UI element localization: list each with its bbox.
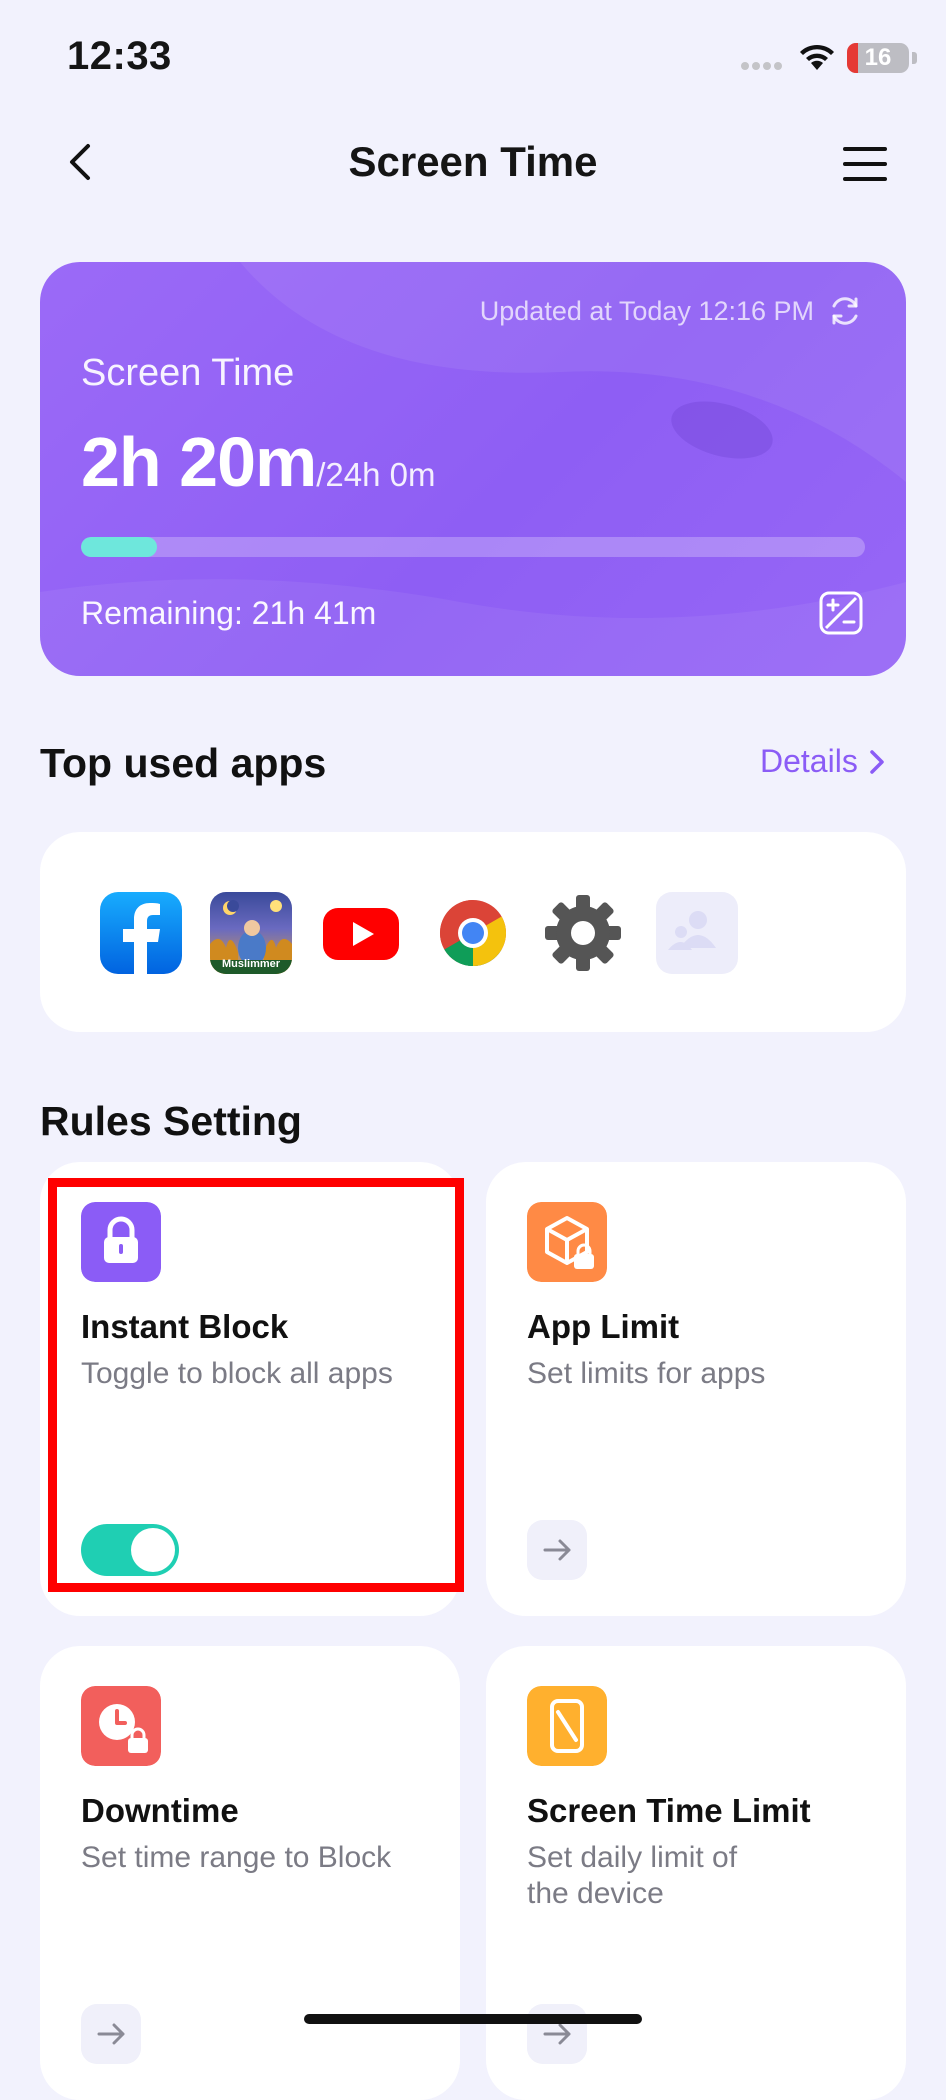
instant-block-card[interactable]: Instant Block Toggle to block all apps [40, 1162, 460, 1616]
page-title: Screen Time [348, 138, 598, 185]
total-time: /24h 0m [316, 456, 436, 493]
battery-icon: 16 [847, 43, 909, 73]
youtube-icon[interactable] [320, 892, 402, 974]
arrow-right-icon[interactable] [527, 2004, 587, 2064]
rule-description: Toggle to block all apps [81, 1357, 393, 1390]
rule-title: Screen Time Limit [527, 1792, 811, 1829]
rule-description: Set limits for apps [527, 1357, 766, 1390]
family-placeholder-icon[interactable] [656, 892, 738, 974]
toggle-knob [131, 1528, 175, 1572]
cellular-signal-icon [741, 62, 782, 70]
usage-progress-fill [81, 537, 158, 557]
rules-title: Rules Setting [40, 1098, 302, 1144]
lock-icon [81, 1202, 161, 1282]
muslimmer-label: Muslimmer [221, 958, 281, 970]
phone-limit-icon [527, 1686, 607, 1766]
battery-nub [912, 52, 917, 64]
usage-progress-bar [81, 537, 865, 557]
details-link[interactable]: Details [760, 743, 886, 780]
wifi-icon [800, 44, 834, 70]
rule-description: Set daily limit of the device [527, 1841, 738, 1910]
screen-time-label: Screen Time [81, 352, 295, 394]
top-apps-card: Muslimmer [40, 832, 906, 1032]
details-label: Details [760, 743, 858, 779]
remaining-time: Remaining: 21h 41m [81, 595, 377, 631]
refresh-icon[interactable] [828, 294, 862, 328]
chevron-right-icon [870, 749, 884, 774]
app-limit-card[interactable]: App Limit Set limits for apps [486, 1162, 906, 1616]
instant-block-toggle[interactable] [81, 1524, 179, 1576]
rule-title: Downtime [81, 1792, 239, 1829]
screen-time-limit-card[interactable]: Screen Time Limit Set daily limit of the… [486, 1646, 906, 2100]
battery-level: 16 [864, 44, 892, 71]
facebook-icon[interactable] [100, 892, 182, 974]
screen-time-card[interactable]: Updated at Today 12:16 PM Screen Time 2h… [40, 262, 906, 676]
updated-timestamp: Updated at Today 12:16 PM [479, 296, 814, 326]
rule-title: App Limit [527, 1308, 680, 1345]
screen-time-value: 2h 20m/24h 0m [81, 422, 436, 502]
used-time: 2h 20m [81, 423, 317, 501]
rule-title: Instant Block [81, 1308, 289, 1345]
home-indicator [304, 2014, 642, 2024]
hamburger-menu-icon[interactable] [842, 144, 888, 184]
top-apps-title: Top used apps [40, 740, 327, 786]
arrow-right-icon[interactable] [527, 1520, 587, 1580]
rule-description: Set time range to Block [81, 1841, 392, 1874]
downtime-clock-icon [81, 1686, 161, 1766]
chrome-icon[interactable] [432, 892, 514, 974]
downtime-card[interactable]: Downtime Set time range to Block [40, 1646, 460, 2100]
arrow-right-icon[interactable] [81, 2004, 141, 2064]
status-bar: 12:33 16 [0, 0, 946, 110]
muslimmer-icon[interactable]: Muslimmer [210, 892, 292, 974]
edit-limit-icon[interactable] [818, 590, 864, 636]
app-limit-icon [527, 1202, 607, 1282]
settings-gear-icon[interactable] [542, 892, 624, 974]
status-time: 12:33 [67, 34, 172, 78]
